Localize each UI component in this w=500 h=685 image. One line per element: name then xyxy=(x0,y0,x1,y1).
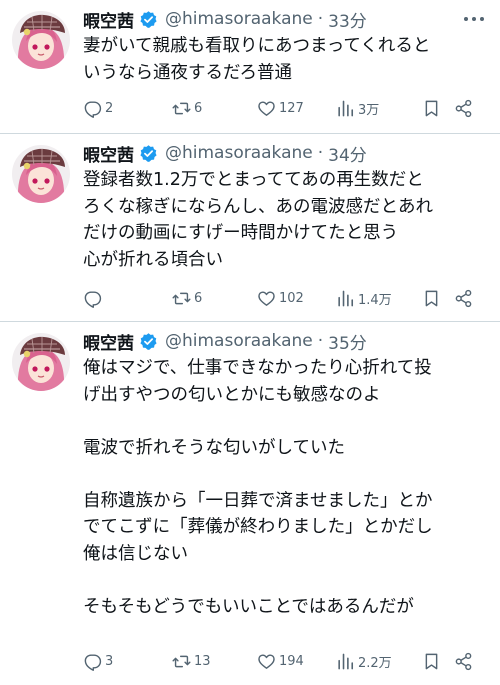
view-count: 2.2万 xyxy=(358,655,392,671)
like-icon xyxy=(258,290,275,306)
text-line: 登録者数1.2万でとまっててあの再生数だと xyxy=(83,170,424,190)
text-line: 妻がいて親戚も看取りにあつまってくれると xyxy=(83,36,431,56)
reply-count: 3 xyxy=(105,653,114,669)
text-line: 心が折れる頃合い xyxy=(83,249,223,270)
share-button[interactable] xyxy=(454,96,473,120)
views-icon xyxy=(338,653,354,669)
reply-button[interactable] xyxy=(83,286,105,310)
display-name[interactable]: 暇空茜 xyxy=(83,141,134,166)
action-bar: 6 102 1.4万 xyxy=(83,286,490,310)
tweet-header: 暇空茜 @himasoraakane · 33分 xyxy=(83,6,367,32)
like-icon xyxy=(258,100,275,116)
like-button[interactable]: 102 xyxy=(257,286,304,310)
bookmark-button[interactable] xyxy=(422,649,441,673)
like-count: 102 xyxy=(279,290,304,306)
tweet-text: 登録者数1.2万でとまっててあの再生数だと ろくな稼ぎにならんし、あの電波感だと… xyxy=(83,167,493,273)
like-count: 194 xyxy=(279,653,304,669)
retweet-icon xyxy=(172,292,191,304)
views-icon xyxy=(338,100,354,116)
tweet[interactable]: 暇空茜 @himasoraakane · 34分 登録者数1.2万でとまっててあ… xyxy=(0,134,500,322)
tweet-header: 暇空茜 @himasoraakane · 35分 xyxy=(83,328,367,354)
views-button[interactable]: 2.2万 xyxy=(336,649,392,673)
views-button[interactable]: 1.4万 xyxy=(336,286,392,310)
text-line: 自称遺族から「一日葬で済ませました」とか xyxy=(83,490,433,511)
bookmark-icon xyxy=(425,290,438,306)
tweet-header: 暇空茜 @himasoraakane · 34分 xyxy=(83,140,367,166)
bookmark-button[interactable] xyxy=(422,96,441,120)
tweet-feed: 暇空茜 @himasoraakane · 33分 妻がいて親戚も看取りにあつまっ… xyxy=(0,0,500,685)
separator: · xyxy=(317,143,324,163)
separator: · xyxy=(317,9,324,29)
reply-icon xyxy=(84,100,102,118)
retweet-count: 6 xyxy=(194,100,203,116)
tweet[interactable]: 暇空茜 @himasoraakane · 35分 俺はマジで、仕事できなかったり… xyxy=(0,322,500,685)
text-line: 俺はマジで、仕事できなかったり心折れて投 xyxy=(83,358,432,378)
user-handle[interactable]: @himasoraakane xyxy=(165,9,313,29)
reply-button[interactable]: 2 xyxy=(83,96,113,120)
like-button[interactable]: 127 xyxy=(257,96,304,120)
text-line: いうなら通夜するだろ普通 xyxy=(83,62,292,83)
action-bar: 2 6 127 3万 xyxy=(83,96,490,120)
display-name[interactable]: 暇空茜 xyxy=(83,7,134,32)
view-count: 1.4万 xyxy=(358,292,392,308)
bookmark-icon xyxy=(425,100,438,116)
timestamp[interactable]: 33分 xyxy=(328,7,367,32)
tweet-text: 妻がいて親戚も看取りにあつまってくれると いうなら通夜するだろ普通 xyxy=(83,33,493,86)
action-bar: 3 13 194 2.2万 xyxy=(83,649,490,673)
view-count: 3万 xyxy=(358,102,380,118)
text-line: でてこずに「葬儀が終わりました」とかだし xyxy=(83,517,433,537)
verified-icon xyxy=(140,144,157,162)
reply-count: 2 xyxy=(105,100,114,116)
reply-button[interactable]: 3 xyxy=(83,649,113,673)
user-handle[interactable]: @himasoraakane xyxy=(165,143,313,163)
separator: · xyxy=(317,331,324,351)
retweet-button[interactable]: 6 xyxy=(172,96,202,120)
tweet[interactable]: 暇空茜 @himasoraakane · 33分 妻がいて親戚も看取りにあつまっ… xyxy=(0,0,500,134)
text-line: そもそもどうでもいいことではあるんだが xyxy=(83,596,414,617)
user-handle[interactable]: @himasoraakane xyxy=(165,331,313,351)
text-line: 電波で折れそうな匂いがしていた xyxy=(83,437,345,458)
reply-icon xyxy=(84,653,102,671)
bookmark-icon xyxy=(425,653,438,669)
share-icon xyxy=(455,289,472,307)
reply-icon xyxy=(84,290,102,308)
more-icon[interactable] xyxy=(462,12,486,26)
views-icon xyxy=(338,290,354,306)
like-icon xyxy=(258,653,275,669)
text-line: げ出すやつの匂いとかにも敏感なのよ xyxy=(83,384,381,405)
timestamp[interactable]: 35分 xyxy=(328,329,367,354)
text-line: 俺は信じない xyxy=(83,543,188,564)
bookmark-button[interactable] xyxy=(422,286,441,310)
timestamp[interactable]: 34分 xyxy=(328,141,367,166)
avatar[interactable] xyxy=(12,145,70,203)
share-icon xyxy=(455,99,472,117)
retweet-button[interactable]: 6 xyxy=(172,286,202,310)
retweet-count: 6 xyxy=(194,290,203,306)
share-button[interactable] xyxy=(454,649,473,673)
share-button[interactable] xyxy=(454,286,473,310)
avatar[interactable] xyxy=(12,11,70,69)
avatar[interactable] xyxy=(12,333,70,391)
share-icon xyxy=(455,652,472,670)
retweet-icon xyxy=(172,102,191,114)
tweet-text: 俺はマジで、仕事できなかったり心折れて投 げ出すやつの匂いとかにも敏感なのよ 電… xyxy=(83,355,493,620)
display-name[interactable]: 暇空茜 xyxy=(83,329,134,354)
verified-icon xyxy=(140,10,157,28)
retweet-count: 13 xyxy=(194,653,211,669)
like-button[interactable]: 194 xyxy=(257,649,304,673)
views-button[interactable]: 3万 xyxy=(336,96,379,120)
like-count: 127 xyxy=(279,100,304,116)
retweet-button[interactable]: 13 xyxy=(172,649,211,673)
verified-icon xyxy=(140,332,157,350)
text-line: ろくな稼ぎにならんし、あの電波感だとあれ xyxy=(83,196,433,217)
text-line: だけの動画にすげー時間かけてたと思う xyxy=(83,223,399,243)
retweet-icon xyxy=(172,655,191,667)
